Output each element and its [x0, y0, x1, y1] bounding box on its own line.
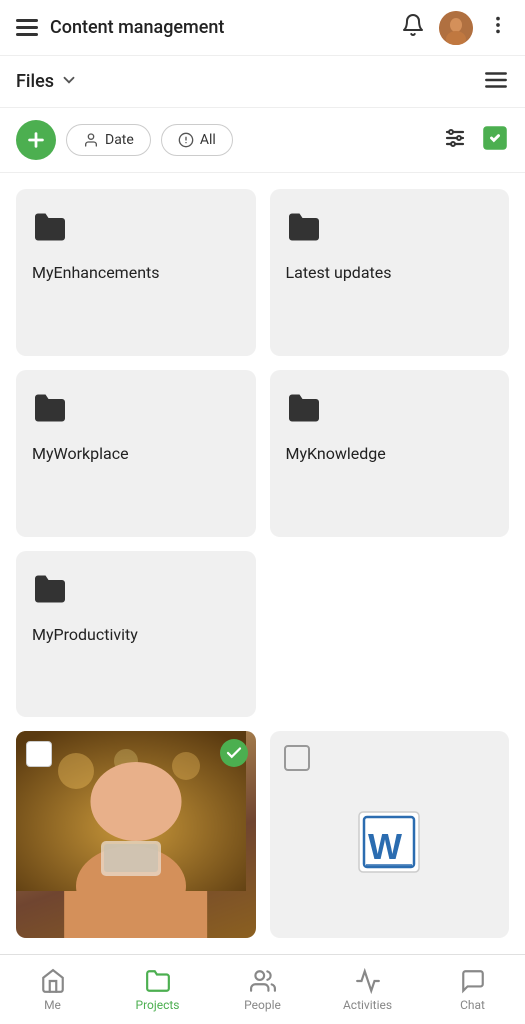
- svg-text:W: W: [368, 826, 402, 867]
- more-vertical-icon[interactable]: [487, 14, 509, 42]
- file-card-photo[interactable]: [16, 731, 256, 938]
- folder-card-myknowledge[interactable]: MyKnowledge: [270, 370, 510, 537]
- hamburger-menu-icon[interactable]: [16, 19, 38, 36]
- folder-icon: [286, 390, 494, 430]
- file-selected-badge: [220, 739, 248, 767]
- nav-label-chat: Chat: [460, 998, 485, 1012]
- word-doc-icon: W: [354, 807, 424, 877]
- top-bar: Content management: [0, 0, 525, 56]
- list-view-icon[interactable]: [483, 67, 509, 97]
- nav-label-people: People: [244, 998, 281, 1012]
- file-card-word[interactable]: W: [270, 731, 510, 938]
- folder-name: MyEnhancements: [32, 263, 240, 282]
- folder-icon: [32, 209, 240, 249]
- nav-label-me: Me: [44, 998, 61, 1012]
- folder-card-myenhancements[interactable]: MyEnhancements: [16, 189, 256, 356]
- date-chip-label: Date: [105, 132, 134, 148]
- empty-slot: [270, 551, 510, 718]
- folder-name: MyKnowledge: [286, 444, 494, 463]
- files-grid: MyEnhancements Latest updates MyWorkplac…: [0, 173, 525, 954]
- file-checkbox-word[interactable]: [284, 745, 310, 771]
- folder-icon: [286, 209, 494, 249]
- nav-label-activities: Activities: [343, 998, 392, 1012]
- folder-card-myproductivity[interactable]: MyProductivity: [16, 551, 256, 718]
- folder-card-myworkplace[interactable]: MyWorkplace: [16, 370, 256, 537]
- avatar[interactable]: [439, 11, 473, 45]
- nav-item-projects[interactable]: Projects: [105, 955, 210, 1024]
- filter-bar: Date All: [0, 108, 525, 173]
- folder-icon: [32, 390, 240, 430]
- word-card-inner: W: [270, 731, 510, 891]
- sliders-icon[interactable]: [443, 126, 467, 154]
- all-filter-chip[interactable]: All: [161, 124, 233, 156]
- top-bar-right: [401, 11, 509, 45]
- bottom-nav: Me Projects People Activities Chat: [0, 954, 525, 1024]
- folder-name: Latest updates: [286, 263, 494, 282]
- file-checkbox-photo[interactable]: [26, 741, 52, 767]
- folder-icon: [32, 571, 240, 611]
- bell-icon[interactable]: [401, 13, 425, 43]
- filter-bar-actions: [443, 124, 509, 156]
- page-title: Content management: [50, 17, 224, 38]
- top-bar-left: Content management: [16, 17, 401, 38]
- date-filter-chip[interactable]: Date: [66, 124, 151, 156]
- folder-card-latestupdates[interactable]: Latest updates: [270, 189, 510, 356]
- nav-item-people[interactable]: People: [210, 955, 315, 1024]
- files-dropdown[interactable]: Files: [16, 71, 78, 93]
- nav-item-chat[interactable]: Chat: [420, 955, 525, 1024]
- folder-name: MyProductivity: [32, 625, 240, 644]
- check-square-icon[interactable]: [481, 124, 509, 156]
- all-chip-label: All: [200, 132, 216, 148]
- nav-item-me[interactable]: Me: [0, 955, 105, 1024]
- chevron-down-icon: [60, 71, 78, 93]
- sub-header: Files: [0, 56, 525, 108]
- add-button[interactable]: [16, 120, 56, 160]
- nav-item-activities[interactable]: Activities: [315, 955, 420, 1024]
- folder-name: MyWorkplace: [32, 444, 240, 463]
- nav-label-projects: Projects: [136, 998, 180, 1012]
- files-label: Files: [16, 71, 54, 92]
